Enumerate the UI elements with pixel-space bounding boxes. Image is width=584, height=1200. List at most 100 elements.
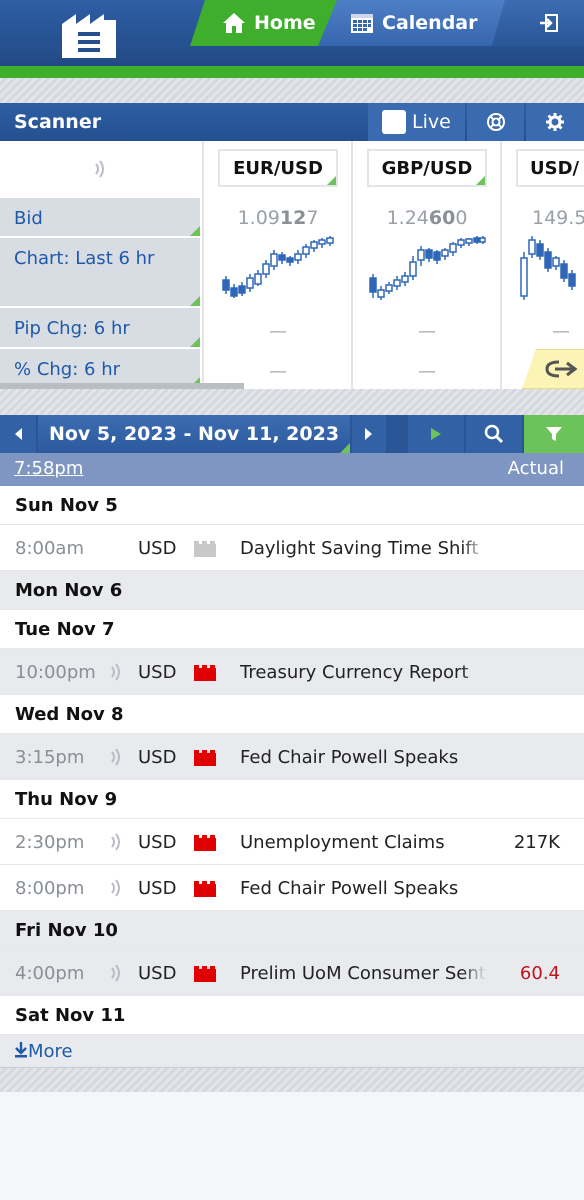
scanner-row-labels: Bid Chart: Last 6 hr Pip Chg: 6 hr % Chg… [0,141,200,389]
row-label-bid[interactable]: Bid [0,198,200,238]
event-title[interactable]: Fed Chair Powell Speaks [240,878,486,899]
caret-right-icon [365,428,372,440]
pair-name[interactable]: GBP/USD [367,149,487,187]
sound-icon[interactable] [94,160,108,178]
day-header: Tue Nov 7 [0,610,584,649]
day-header: Thu Nov 9 [0,780,584,819]
previous-week-button[interactable] [0,415,36,453]
event-row[interactable]: 3:15pm USD Fed Chair Powell Speaks [0,734,584,780]
event-row[interactable]: 4:00pm USD Prelim UoM Consumer Sentiment… [0,950,584,996]
nav-divider-stripe [0,78,584,103]
event-time: 2:30pm [15,832,85,853]
event-row[interactable]: 8:00am USD Daylight Saving Time Shift [0,525,584,571]
event-time: 4:00pm [15,963,85,984]
impact-high-icon [194,835,216,851]
play-icon [431,428,441,440]
sound-icon[interactable] [110,879,124,897]
event-row[interactable]: 2:30pm USD Unemployment Claims 217K [0,819,584,865]
row-label-chart[interactable]: Chart: Last 6 hr [0,238,200,308]
event-title[interactable]: Unemployment Claims [240,832,486,853]
tab-calendar-label: Calendar [382,12,478,34]
tab-home[interactable]: Home [190,0,340,46]
search-icon [484,424,504,444]
event-row[interactable]: 10:00pm USD Treasury Currency Report [0,649,584,695]
nav-accent-bar [0,66,584,78]
load-more-label: More [28,1041,73,1062]
filter-icon [546,427,562,441]
event-actual: 217K [513,832,560,853]
event-currency: USD [138,538,177,559]
scanner-grid: Bid Chart: Last 6 hr Pip Chg: 6 hr % Chg… [0,141,584,389]
day-header: Sun Nov 5 [0,486,584,525]
footer-divider-stripe [0,1068,584,1092]
impact-high-icon [194,750,216,766]
day-header: Fri Nov 10 [0,911,584,950]
impact-high-icon [194,665,216,681]
scanner-header: Scanner Live [0,103,584,141]
live-toggle[interactable]: Live [368,103,465,141]
sound-icon[interactable] [110,748,124,766]
percent-change-value: — [418,361,436,382]
event-currency: USD [138,832,177,853]
bid-price: 1.24600 [386,207,468,229]
day-header: Mon Nov 6 [0,571,584,610]
next-week-button[interactable] [352,415,386,453]
menu-factory-icon[interactable] [62,14,116,58]
caret-left-icon [15,428,22,440]
bid-price: 149.5 [532,207,584,229]
live-label: Live [412,111,451,133]
pip-change-value: — [269,321,287,342]
calendar-column-header: 7:58pm Actual [0,453,584,486]
percent-change-value: — [269,361,287,382]
scanner-settings-button[interactable] [526,103,584,141]
logout-button[interactable] [492,0,584,46]
sound-icon[interactable] [110,964,124,982]
actual-column-header: Actual [507,458,564,479]
load-more-button[interactable]: More [0,1035,584,1068]
event-title[interactable]: Treasury Currency Report [240,662,486,683]
tab-calendar[interactable]: Calendar [318,0,508,46]
event-time: 10:00pm [15,662,96,683]
live-checkbox[interactable] [382,110,406,134]
date-range-selector[interactable]: Nov 5, 2023 - Nov 11, 2023 [38,415,350,453]
price-sparkline [222,236,334,298]
row-label-pip-change[interactable]: Pip Chg: 6 hr [0,308,200,349]
event-row[interactable]: 8:00pm USD Fed Chair Powell Speaks [0,865,584,911]
day-header: Sat Nov 11 [0,996,584,1035]
sound-icon[interactable] [110,833,124,851]
exit-icon [540,14,558,32]
section-divider-stripe [0,389,584,415]
event-currency: USD [138,878,177,899]
filter-button[interactable] [524,415,584,453]
impact-high-icon [194,881,216,897]
event-title[interactable]: Daylight Saving Time Shift [240,538,486,559]
event-time: 8:00pm [15,878,85,899]
pair-column-gbpusd[interactable]: GBP/USD 1.24600 — — [351,141,499,389]
lifebuoy-icon [486,113,505,131]
jump-to-now-button[interactable] [408,415,464,453]
day-header: Wed Nov 8 [0,695,584,734]
sound-icon[interactable] [110,663,124,681]
price-sparkline [369,236,486,300]
event-time: 3:15pm [15,747,85,768]
scanner-title: Scanner [14,111,102,133]
pip-change-value: — [552,321,570,342]
home-icon [223,13,245,33]
calendar-icon [351,14,373,33]
pair-name[interactable]: EUR/USD [218,149,338,187]
pip-change-value: — [418,321,436,342]
search-button[interactable] [466,415,522,453]
pair-column-eurusd[interactable]: EUR/USD 1.09127 — — [202,141,350,389]
arrow-right-icon [545,360,578,378]
event-currency: USD [138,963,177,984]
calendar-toolbar: Nov 5, 2023 - Nov 11, 2023 [0,415,584,453]
impact-high-icon [194,966,216,982]
gear-icon [546,113,564,131]
pair-name[interactable]: USD/ [516,149,584,187]
scanner-support-button[interactable] [467,103,524,141]
event-currency: USD [138,662,177,683]
event-currency: USD [138,747,177,768]
event-title[interactable]: Fed Chair Powell Speaks [240,747,486,768]
event-title[interactable]: Prelim UoM Consumer Sentiment [240,963,486,984]
current-time-link[interactable]: 7:58pm [14,458,83,479]
